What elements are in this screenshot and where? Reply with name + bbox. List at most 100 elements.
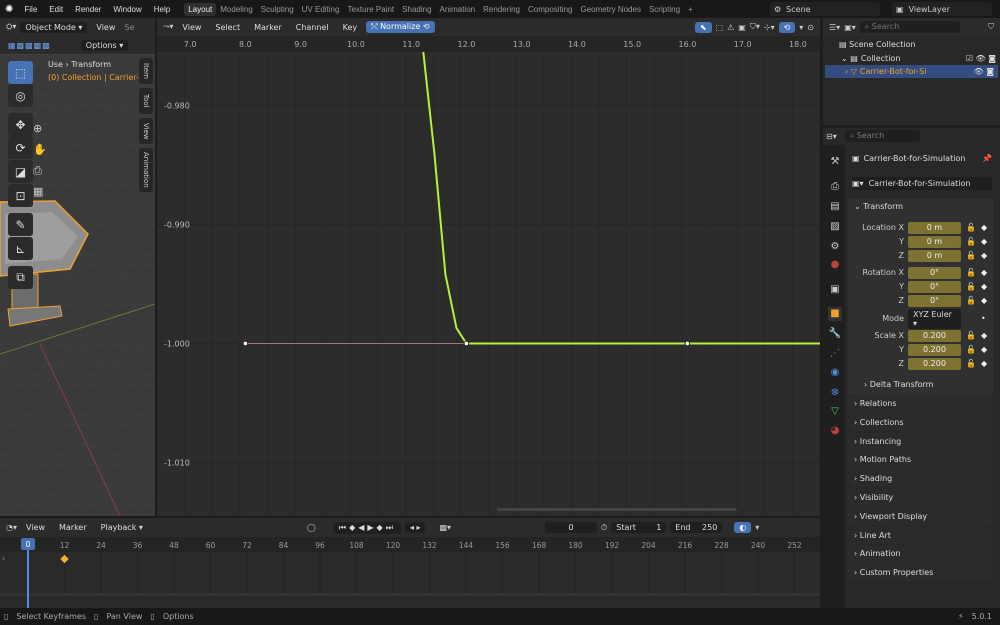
object-data-field[interactable]: ▣▾ Carrier-Bot-for-Simulation [852, 177, 992, 190]
keyframe-icon[interactable]: ◆ [981, 359, 987, 368]
particles-tab-icon[interactable]: ⋰ [828, 347, 842, 361]
panel-instancing[interactable]: › Instancing [848, 432, 993, 450]
scale-tool-icon[interactable]: ◪ [8, 160, 33, 183]
rotation-y-field[interactable]: 0° [908, 280, 961, 293]
tab-compositing[interactable]: Compositing [524, 3, 576, 16]
sidebar-tab-item[interactable]: Item [139, 58, 153, 84]
keyframe-point[interactable] [242, 340, 249, 347]
tab-layout[interactable]: Layout [184, 2, 217, 16]
camera-icon[interactable]: ⎙ [33, 160, 47, 181]
object-visibility-icons[interactable]: 👁 ◙ [974, 67, 998, 76]
panel-custom-properties[interactable]: › Custom Properties [848, 564, 993, 582]
timeline-menu-view[interactable]: View [21, 522, 50, 533]
annotate-tool-icon[interactable]: ✎ [8, 213, 33, 236]
jump-start-icon[interactable]: ⏮ [339, 523, 349, 532]
timeline-keyframe[interactable] [60, 554, 69, 564]
graph-menu-select[interactable]: Select [210, 22, 245, 33]
panel-viewport-display[interactable]: › Viewport Display [848, 507, 993, 525]
editor-type-icon[interactable]: ⛭▾ [6, 22, 16, 32]
timeline-menu-marker[interactable]: Marker [54, 522, 92, 533]
navigation-gizmo[interactable]: ⊕ ✋ ⎙ ▦ [33, 118, 47, 202]
only-selected-icon[interactable]: ⬉ [694, 21, 712, 33]
constraints-tab-icon[interactable]: ⊗ [828, 386, 842, 400]
ghost-curves-icon[interactable]: ▣ [738, 23, 746, 32]
location-z-field[interactable]: 0 m [908, 249, 961, 262]
object-mode-dropdown[interactable]: Object Mode ▾ [20, 21, 88, 33]
menu-help[interactable]: Help [148, 5, 176, 14]
pivot-icon[interactable]: ⊹▾ [764, 23, 775, 32]
auto-keying-icon[interactable]: ◯ [307, 523, 316, 532]
graph-menu-key[interactable]: Key [338, 22, 363, 33]
scene-selector[interactable]: ⚙ Scene [770, 2, 880, 16]
normalize-toggle[interactable]: ⤲ Normalize ⟲ [366, 21, 435, 33]
jump-end-icon[interactable]: ⏭ [386, 523, 396, 532]
object-dropdown-icon[interactable]: ▣▾ [852, 179, 864, 188]
timeline-menu-playback[interactable]: Playback ▾ [96, 522, 148, 533]
panel-collections[interactable]: › Collections [848, 413, 993, 431]
timeline-scrollbar[interactable] [0, 593, 820, 596]
tab-animation[interactable]: Animation [436, 3, 480, 16]
keyframe-icon[interactable]: ◆ [981, 331, 987, 340]
view-menu[interactable]: View [91, 22, 120, 33]
zoom-icon[interactable]: ⊕ [33, 118, 47, 139]
end-frame-field[interactable]: End 250 [670, 522, 723, 533]
move-tool-icon[interactable]: ✥ [8, 113, 33, 136]
graph-plot[interactable]: -0.980 -0.990 -1.000 -1.010 7.0 8.0 9.0 10.0 11.… [157, 36, 820, 516]
scale-y-field[interactable]: 0.200 [908, 343, 961, 356]
expand-channels-icon[interactable]: › [2, 554, 5, 563]
keyframe-icon[interactable]: ◆ [981, 268, 987, 277]
show-hidden-icon[interactable]: ⬚ [716, 23, 724, 32]
timeline-ruler[interactable] [0, 537, 820, 552]
next-keyframe-icon[interactable]: ◆ [377, 523, 386, 532]
select-menu[interactable]: Se [124, 23, 134, 32]
curve-active-curve[interactable] [422, 51, 820, 345]
select-mode-icons[interactable]: ▦▩▩▩▩ [8, 41, 51, 50]
keyframe-icon[interactable]: ◆ [981, 251, 987, 260]
object-tab-icon[interactable]: ■ [828, 307, 842, 321]
lock-icon[interactable]: 🔓 [965, 331, 977, 340]
add-cube-tool-icon[interactable]: ⧉ [8, 266, 33, 289]
keyframe-icon[interactable]: ◆ [981, 223, 987, 232]
keyframe-point[interactable] [463, 340, 470, 347]
lock-icon[interactable]: 🔓 [965, 268, 977, 277]
use-preview-range-icon[interactable]: ◐ [734, 522, 752, 533]
render-tab-icon[interactable]: ⎙ [828, 180, 842, 194]
sidebar-tab-tool[interactable]: Tool [139, 88, 153, 114]
rotation-z-field[interactable]: 0° [908, 294, 961, 307]
panel-line-art[interactable]: › Line Art [848, 526, 993, 544]
tab-shading[interactable]: Shading [398, 3, 435, 16]
cursor-tool-icon[interactable]: ◎ [8, 84, 33, 107]
keyframe-icon[interactable]: ◆ [981, 237, 987, 246]
graph-menu-marker[interactable]: Marker [249, 22, 287, 33]
scale-x-field[interactable]: 0.200 [908, 329, 961, 342]
transform-panel-header[interactable]: ⌄ Transform [854, 202, 903, 211]
filter-icon[interactable]: ⛉▾ [750, 22, 760, 32]
location-y-field[interactable]: 0 m [908, 235, 961, 248]
lock-icon[interactable]: 🔓 [965, 223, 977, 232]
location-x-field[interactable]: 0 m [908, 221, 961, 234]
graph-menu-view[interactable]: View [177, 22, 206, 33]
playback-controls[interactable]: ⏮◆◀▶◆⏭ [333, 521, 401, 534]
lock-icon[interactable]: 🔓 [965, 345, 977, 354]
keyframe-icon[interactable]: ◆ [981, 282, 987, 291]
properties-type-icon[interactable]: ⊟▾ [826, 132, 837, 141]
keyframe-icon[interactable]: ◆ [981, 345, 987, 354]
tab-rendering[interactable]: Rendering [479, 3, 524, 16]
panel-visibility[interactable]: › Visibility [848, 489, 993, 506]
tab-geometry-nodes[interactable]: Geometry Nodes [576, 3, 644, 16]
outliner-type-icon[interactable]: ☰▾ [829, 23, 840, 32]
tab-sculpting[interactable]: Sculpting [257, 3, 298, 16]
proportional-edit-icon[interactable]: ⊙ [807, 23, 814, 32]
keying-set-icon[interactable]: ▩▾ [439, 523, 451, 532]
object-item[interactable]: › ▽ Carrier-Bot-for-Si 👁 ◙ [825, 65, 998, 78]
tab-texture-paint[interactable]: Texture Paint [343, 3, 398, 16]
rotation-mode-dropdown[interactable]: XYZ Euler ▾ [908, 308, 961, 329]
auto-snap-icon[interactable]: ⟲ [778, 21, 796, 33]
tool-tab-icon[interactable]: ⚒ [828, 155, 842, 169]
perspective-grid-icon[interactable]: ▦ [33, 181, 47, 202]
tab-modeling[interactable]: Modeling [216, 3, 256, 16]
outliner-search[interactable]: ⌕ Search [859, 21, 960, 33]
collection-tab-icon[interactable]: ▣ [828, 283, 842, 297]
measure-tool-icon[interactable]: ⊾ [8, 237, 33, 260]
graph-menu-channel[interactable]: Channel [291, 22, 334, 33]
